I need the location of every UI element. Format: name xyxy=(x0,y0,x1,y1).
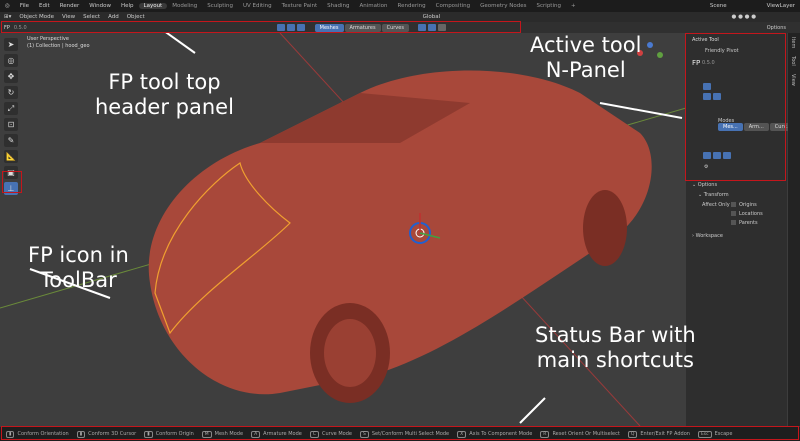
tab-item[interactable]: Item xyxy=(788,33,798,52)
annotation-status-bar: Status Bar with main shortcuts xyxy=(535,323,696,372)
menu-edit[interactable]: Edit xyxy=(34,3,55,9)
tab-uv-editing[interactable]: UV Editing xyxy=(238,3,277,9)
transform-tool-icon[interactable]: ⊡ xyxy=(4,118,18,131)
rear-wheel xyxy=(583,190,627,266)
annotate-tool-icon[interactable]: ✎ xyxy=(4,134,18,147)
tab-compositing[interactable]: Compositing xyxy=(431,3,475,9)
annotation-toolbar: FP icon in ToolBar xyxy=(28,243,129,292)
transform-panel[interactable]: ⌄ Transform xyxy=(698,192,729,198)
status-bar-highlight xyxy=(1,426,799,440)
measure-tool-icon[interactable]: 📐 xyxy=(4,150,18,163)
workspace-panel[interactable]: › Workspace xyxy=(692,233,723,239)
tab-tool[interactable]: Tool xyxy=(788,52,798,70)
annotation-top-header: FP tool top header panel xyxy=(95,70,234,119)
tab-modeling[interactable]: Modeling xyxy=(167,3,202,9)
menu-select[interactable]: Select xyxy=(79,14,104,20)
tab-animation[interactable]: Animation xyxy=(354,3,392,9)
origins-checkbox[interactable]: Origins xyxy=(731,202,757,208)
toolbar-fp-highlight xyxy=(2,171,22,193)
menu-view[interactable]: View xyxy=(58,14,79,20)
shading-buttons[interactable]: ● ● ● ● xyxy=(728,14,760,20)
tab-texture-paint[interactable]: Texture Paint xyxy=(277,3,323,9)
menu-render[interactable]: Render xyxy=(55,3,85,9)
menu-help[interactable]: Help xyxy=(116,3,139,9)
viewport-perspective: User Perspective xyxy=(27,36,69,42)
rotate-tool-icon[interactable]: ↻ xyxy=(4,86,18,99)
editor-type-icon[interactable]: ⊞▾ xyxy=(0,14,15,20)
tab-layout[interactable]: Layout xyxy=(138,3,168,9)
affect-only-label: Affect Only xyxy=(702,202,730,208)
blender-logo-icon[interactable]: ◎ xyxy=(0,3,15,9)
menu-add[interactable]: Add xyxy=(104,14,123,20)
cursor-tool-icon[interactable]: ◎ xyxy=(4,54,18,67)
add-workspace-button[interactable]: + xyxy=(566,3,581,9)
npanel-highlight xyxy=(685,33,786,181)
menu-window[interactable]: Window xyxy=(84,3,116,9)
options-panel[interactable]: ⌄ Options xyxy=(692,182,717,188)
top-menu-bar: ◎ File Edit Render Window Help Layout Mo… xyxy=(0,0,800,12)
nav-gizmo[interactable] xyxy=(647,42,653,48)
select-tool-icon[interactable]: ➤ xyxy=(4,38,18,51)
tab-rendering[interactable]: Rendering xyxy=(393,3,431,9)
tab-scripting[interactable]: Scripting xyxy=(532,3,566,9)
parents-checkbox[interactable]: Parents xyxy=(731,220,758,226)
viewport-collection: (1) Collection | hood_geo xyxy=(27,43,90,49)
sidebar-tabs: Item Tool View xyxy=(788,33,800,426)
tab-shading[interactable]: Shading xyxy=(322,3,354,9)
locations-checkbox[interactable]: Locations xyxy=(731,211,763,217)
scene-selector[interactable]: Scene xyxy=(705,3,732,9)
tab-sculpting[interactable]: Sculpting xyxy=(202,3,238,9)
tab-geometry-nodes[interactable]: Geometry Nodes xyxy=(475,3,531,9)
move-tool-icon[interactable]: ✥ xyxy=(4,70,18,83)
fp-header-highlight xyxy=(1,21,521,33)
mode-selector[interactable]: Object Mode xyxy=(15,14,58,20)
view-layer-selector[interactable]: ViewLayer xyxy=(762,3,800,9)
orientation-selector[interactable]: Global xyxy=(419,14,445,20)
scale-tool-icon[interactable]: ⤢ xyxy=(4,102,18,115)
menu-file[interactable]: File xyxy=(15,3,34,9)
menu-object[interactable]: Object xyxy=(123,14,149,20)
options-button[interactable]: Options xyxy=(767,25,786,31)
annotation-npanel: Active tool N-Panel xyxy=(530,33,642,82)
tab-view[interactable]: View xyxy=(788,70,798,90)
